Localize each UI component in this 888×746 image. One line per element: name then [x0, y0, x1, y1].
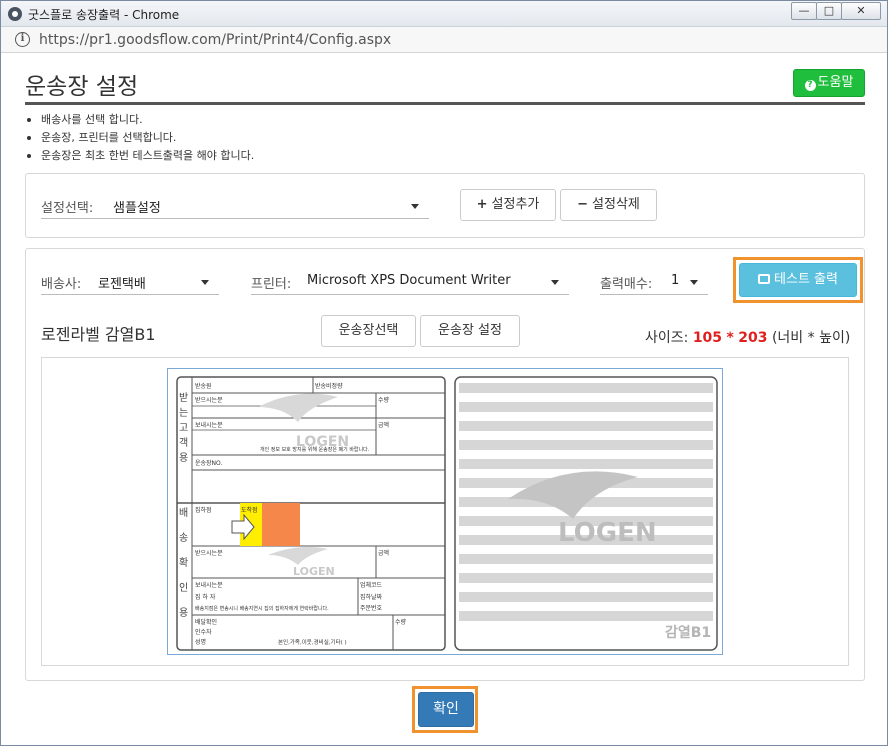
instruction-item: 운송장, 프린터를 선택합니다. [25, 129, 254, 147]
test-print-button[interactable]: 테스트 출력 [739, 263, 857, 297]
copies-value: 1 [671, 273, 680, 288]
row-text: 집하날짜 [360, 593, 383, 601]
size-width: 105 [692, 330, 723, 346]
row-text: 받송비정량 [315, 382, 343, 390]
minus-icon: − [577, 197, 589, 212]
minimize-button[interactable]: — [791, 2, 817, 20]
help-button[interactable]: ? 도움말 [793, 69, 865, 97]
window-title: 굿스플로 송장출력 - Chrome [28, 8, 180, 22]
row-text: 금액 [378, 550, 389, 557]
side-char: 용 [179, 452, 188, 464]
question-icon: ? [804, 80, 816, 91]
carrier-select[interactable]: 배송사: 로젠택배 [41, 269, 219, 295]
label-name: 로젠라벨 감열B1 [41, 325, 156, 344]
size-info: 사이즈: 105 * 203 (너비 * 높이) [645, 327, 850, 347]
delete-setting-label: 설정삭제 [592, 197, 640, 212]
instruction-item: 배송사를 선택 합니다. [25, 111, 254, 129]
side-char: 확 [179, 557, 188, 569]
carrier-label: 배송사: [41, 277, 82, 292]
row-text: 받으시는분 [195, 396, 223, 404]
side-char: 용 [179, 607, 188, 619]
side-char: 송 [179, 532, 188, 544]
row-text: 배송지점은 변송시니 배송지연시 집의 집하자에게 연락바랍니다. [195, 605, 329, 612]
address-bar[interactable]: i https://pr1.goodsflow.com/Print/Print4… [1, 27, 887, 53]
settings-select-label: 설정선택: [41, 201, 94, 216]
row-text: 보내시는분 [195, 581, 223, 589]
row-text: 수량 [378, 397, 390, 404]
row-text: 성명 [195, 638, 206, 646]
waybill-settings-button[interactable]: 운송장 설정 [420, 315, 520, 347]
confirm-button[interactable]: 확인 [418, 692, 474, 727]
size-suffix: (너비 * 높이) [771, 330, 851, 346]
printer-label: 프린터: [251, 277, 292, 292]
row-text: 주문번호 [360, 604, 383, 612]
right-label-outline [454, 376, 718, 651]
row-text: 집 하 자 [195, 593, 216, 601]
row-text: 운송장NO. [195, 459, 223, 467]
carrier-value: 로젠택배 [98, 277, 146, 292]
side-char: 배 [179, 507, 188, 519]
size-height: 203 [738, 330, 768, 346]
arrival-orange-block [262, 503, 300, 546]
row-text: 받송원 [195, 382, 212, 390]
row-text: 금액 [378, 422, 389, 429]
header-divider [25, 102, 865, 105]
printer-select[interactable]: 프린터: Microsoft XPS Document Writer [251, 269, 569, 295]
copies-label: 출력매수: [600, 277, 653, 292]
maximize-button[interactable]: □ [816, 2, 842, 20]
row-text: 집하점 [195, 506, 212, 514]
help-button-label: 도움말 [817, 75, 854, 90]
waybill-select-label: 운송장선택 [338, 323, 399, 338]
side-char: 받 [179, 392, 188, 404]
printer-icon [758, 274, 771, 284]
row-text: 업체코드 [360, 581, 383, 589]
add-setting-label: 설정추가 [491, 197, 540, 212]
browser-window: 굿스플로 송장출력 - Chrome — □ ✕ i https://pr1.g… [0, 0, 888, 746]
waybill-preview-image: LOGEN LOGEN 받송원 받송비정량 받으시는분 수량 보내시는분 금액 … [176, 376, 718, 651]
side-char: 고 [179, 423, 188, 434]
waybill-settings-label: 운송장 설정 [438, 323, 502, 338]
info-icon[interactable]: i [15, 32, 30, 47]
add-setting-button[interactable]: + 설정추가 [460, 189, 556, 221]
chevron-down-icon [411, 204, 419, 209]
logen-watermark: LOGEN [293, 565, 335, 578]
url-text[interactable]: https://pr1.goodsflow.com/Print/Print4/C… [39, 32, 391, 48]
settings-select[interactable]: 설정선택: 샘플설정 [41, 193, 429, 219]
logen-watermark: LOGEN [558, 518, 657, 548]
row-text: 배달확인 [195, 618, 217, 626]
test-print-label: 테스트 출력 [774, 272, 838, 287]
copies-select[interactable]: 출력매수: 1 [600, 269, 708, 295]
row-text: 도착점 [241, 506, 258, 514]
plus-icon: + [476, 197, 488, 212]
chevron-down-icon [690, 280, 698, 285]
chevron-down-icon [201, 280, 209, 285]
waybill-select-button[interactable]: 운송장선택 [321, 315, 416, 347]
chrome-icon [8, 7, 22, 21]
side-char: 객 [179, 437, 188, 449]
close-button[interactable]: ✕ [841, 2, 881, 20]
title-bar: 굿스플로 송장출력 - Chrome — □ ✕ [1, 1, 887, 27]
settings-select-value: 샘플설정 [113, 201, 161, 216]
instruction-item: 운송장은 최초 한번 테스트출력을 해야 합니다. [25, 147, 254, 165]
side-char: 인 [179, 582, 188, 594]
printer-value: Microsoft XPS Document Writer [307, 273, 511, 288]
waybill-preview: LOGEN LOGEN 받송원 받송비정량 받으시는분 수량 보내시는분 금액 … [167, 368, 723, 655]
page-title: 운송장 설정 [25, 74, 139, 100]
thermal-b1-tag: 감열B1 [665, 624, 711, 641]
row-text: 개인 정보 보호 방지를 위해 운송장은 폐기 바랍니다. [260, 446, 370, 453]
side-char: 는 [179, 407, 188, 419]
instruction-list: 배송사를 선택 합니다. 운송장, 프린터를 선택합니다. 운송장은 최초 한번… [25, 111, 254, 165]
row-text: 본인,가족,이웃,경비실,기타( ) [278, 638, 347, 646]
row-text: 인수자 [195, 628, 212, 636]
row-text: 받으시는분 [195, 549, 223, 557]
row-text: 수량 [395, 619, 407, 626]
chevron-down-icon [551, 280, 559, 285]
delete-setting-button[interactable]: − 설정삭제 [560, 189, 657, 221]
size-prefix: 사이즈: [645, 330, 689, 346]
row-text: 보내시는분 [195, 421, 223, 429]
size-times: * [726, 330, 734, 346]
